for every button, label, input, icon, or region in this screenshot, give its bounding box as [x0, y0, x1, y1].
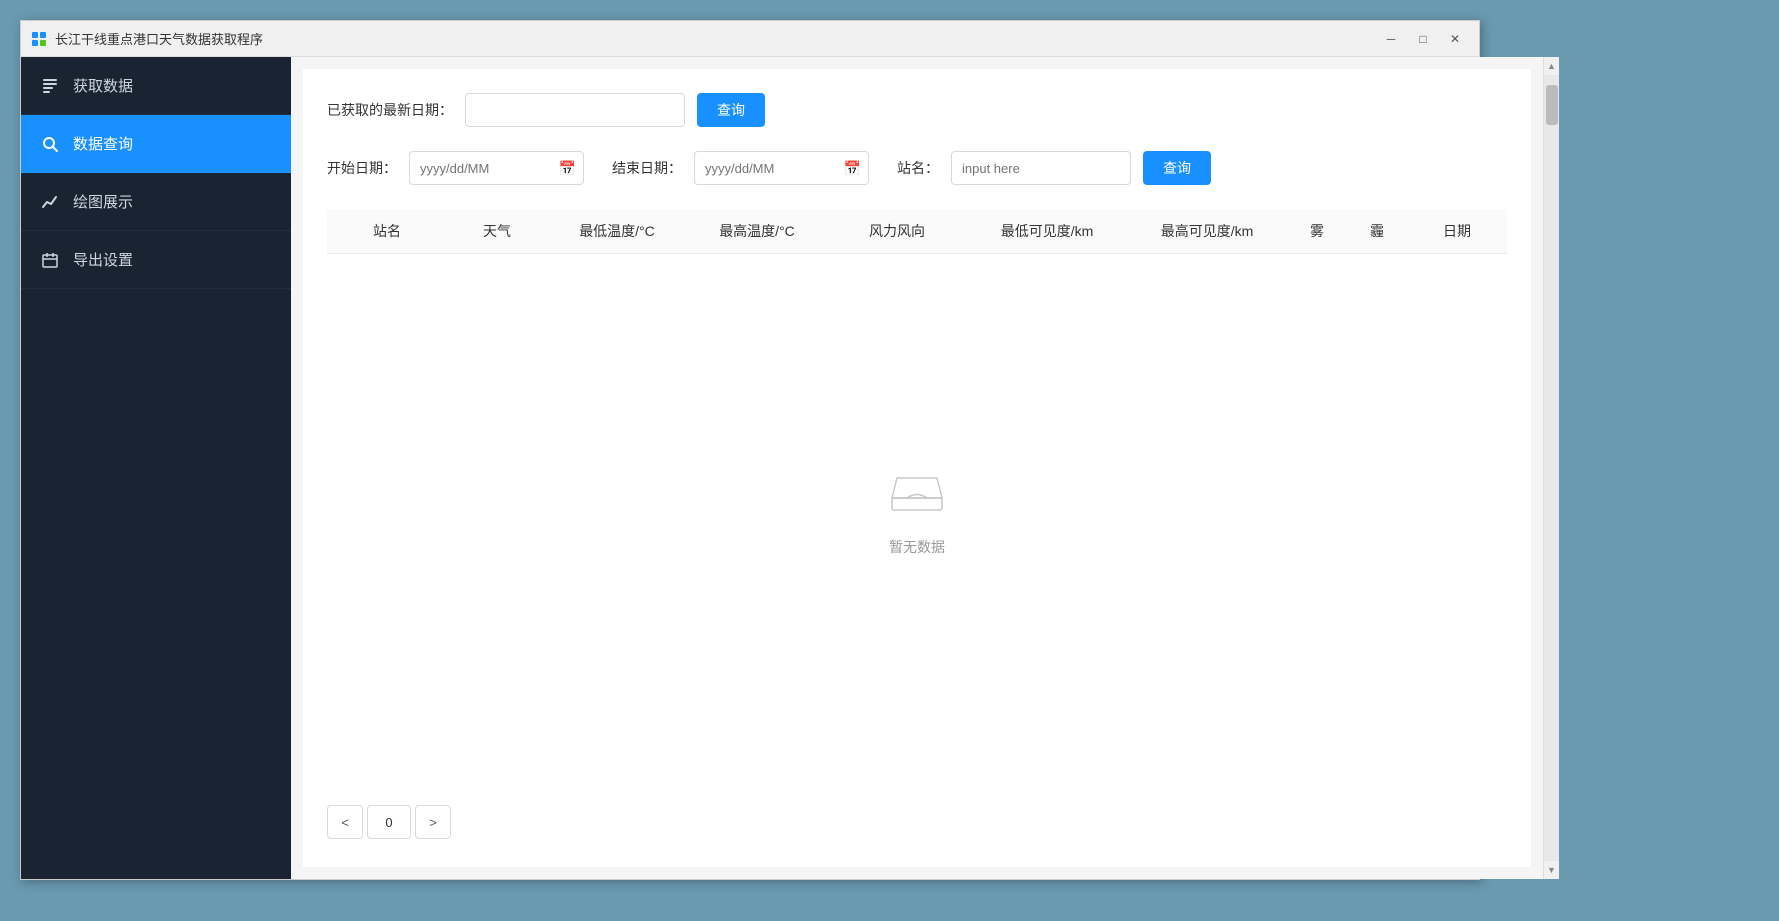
col-min-temp: 最低温度/°C	[547, 221, 687, 241]
empty-state: 暂无数据	[327, 254, 1507, 765]
sidebar-label-get-data: 获取数据	[73, 75, 133, 96]
query-button-1[interactable]: 查询	[697, 93, 765, 127]
col-max-vis: 最高可见度/km	[1127, 221, 1287, 241]
latest-date-input[interactable]	[465, 93, 685, 127]
col-date: 日期	[1407, 221, 1507, 241]
main-window: 长江干线重点港口天气数据获取程序 ─ □ ✕	[20, 20, 1480, 880]
pagination: < 0 >	[327, 789, 1507, 843]
start-date-input[interactable]	[409, 151, 584, 185]
sidebar-label-chart-display: 绘图展示	[73, 191, 133, 212]
col-wind: 风力风向	[827, 221, 967, 241]
scroll-down-arrow[interactable]: ▼	[1544, 861, 1559, 879]
app-icon	[31, 31, 47, 47]
col-fog: 雾	[1287, 221, 1347, 241]
station-label: 站名：	[897, 158, 939, 178]
latest-date-section: 已获取的最新日期： 查询	[327, 93, 1507, 127]
content-area: 已获取的最新日期： 查询 开始日期： 📅 结束日期：	[303, 69, 1531, 867]
sidebar-label-export-settings: 导出设置	[73, 249, 133, 270]
maximize-button[interactable]: □	[1409, 28, 1437, 50]
window-controls: ─ □ ✕	[1377, 28, 1469, 50]
col-min-vis: 最低可见度/km	[967, 221, 1127, 241]
app-layout: 获取数据 数据查询	[21, 57, 1543, 879]
table-header: 站名 天气 最低温度/°C 最高温度/°C 风力风向 最低可见度/km 最高可见…	[327, 209, 1507, 254]
prev-page-button[interactable]: <	[327, 805, 363, 839]
chart-icon	[41, 193, 59, 211]
date-range-section: 开始日期： 📅 结束日期： 📅 站名： 查询	[327, 151, 1507, 185]
col-weather: 天气	[447, 221, 547, 241]
search-icon	[41, 135, 59, 153]
start-date-label: 开始日期：	[327, 158, 397, 178]
window-title: 长江干线重点港口天气数据获取程序	[55, 29, 1377, 48]
empty-inbox-icon	[887, 463, 947, 525]
scroll-up-arrow[interactable]: ▲	[1544, 57, 1559, 75]
col-station: 站名	[327, 221, 447, 241]
minimize-button[interactable]: ─	[1377, 28, 1405, 50]
end-date-label: 结束日期：	[612, 158, 682, 178]
col-haze: 霾	[1347, 221, 1407, 241]
end-date-input[interactable]	[694, 151, 869, 185]
sidebar: 获取数据 数据查询	[21, 57, 291, 879]
empty-text: 暂无数据	[889, 537, 945, 557]
scroll-track[interactable]	[1544, 75, 1559, 861]
end-date-wrapper: 📅	[694, 151, 869, 185]
query-button-2[interactable]: 查询	[1143, 151, 1211, 185]
data-table: 站名 天气 最低温度/°C 最高温度/°C 风力风向 最低可见度/km 最高可见…	[327, 209, 1507, 765]
scroll-thumb[interactable]	[1546, 85, 1558, 125]
book-icon	[41, 77, 59, 95]
sidebar-label-data-query: 数据查询	[73, 133, 133, 154]
sidebar-item-data-query[interactable]: 数据查询	[21, 115, 291, 173]
col-max-temp: 最高温度/°C	[687, 221, 827, 241]
station-input[interactable]	[951, 151, 1131, 185]
latest-date-label: 已获取的最新日期：	[327, 100, 453, 120]
sidebar-item-chart-display[interactable]: 绘图展示	[21, 173, 291, 231]
sidebar-item-export-settings[interactable]: 导出设置	[21, 231, 291, 289]
export-icon	[41, 251, 59, 269]
close-button[interactable]: ✕	[1441, 28, 1469, 50]
sidebar-item-get-data[interactable]: 获取数据	[21, 57, 291, 115]
main-content: 已获取的最新日期： 查询 开始日期： 📅 结束日期：	[291, 57, 1543, 879]
right-scrollbar: ▲ ▼	[1543, 57, 1559, 879]
app-body: 获取数据 数据查询	[21, 57, 1479, 879]
start-date-wrapper: 📅	[409, 151, 584, 185]
current-page: 0	[367, 805, 411, 839]
next-page-button[interactable]: >	[415, 805, 451, 839]
title-bar: 长江干线重点港口天气数据获取程序 ─ □ ✕	[21, 21, 1479, 57]
